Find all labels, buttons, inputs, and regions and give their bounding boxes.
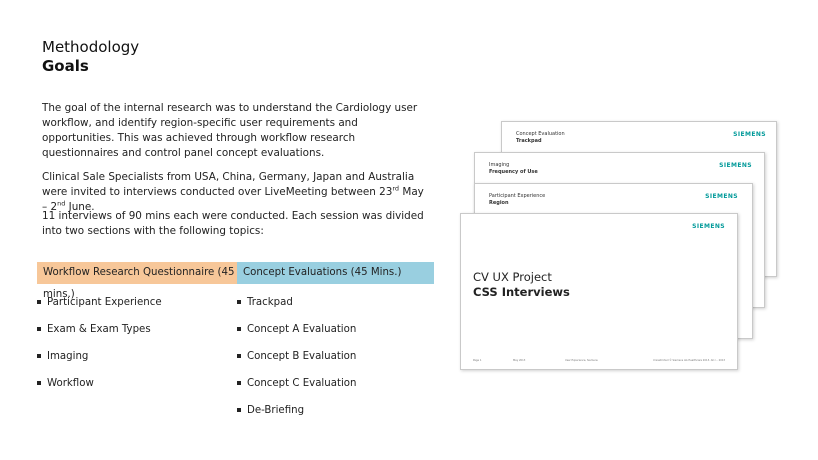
list-item-label: Workflow [47,378,94,389]
list-item-label: Participant Experience [47,297,162,308]
siemens-logo: SIEMENS [719,162,752,169]
list-item: Exam & Exam Types [37,323,162,350]
list-item-label: Exam & Exam Types [47,324,151,335]
list-item-label: De-Briefing [247,405,305,416]
paragraph-goal: The goal of the internal research was to… [42,102,418,159]
slide-project-subtitle: CSS Interviews [473,285,570,299]
slide-footer-dept: User Experience, Siemens [565,359,598,362]
list-item-label: Imaging [47,351,89,362]
heading-methodology: Methodology [42,38,140,56]
slide-thumbnail-label: Concept Evaluation [516,131,565,137]
slide-thumbnail-title: Concept Evaluation Trackpad [516,131,565,145]
bullet-icon [237,300,241,304]
paragraph-sessions: 11 interviews of 90 mins each were condu… [42,210,424,237]
slide-thumbnail-label: Participant Experience [489,193,546,199]
slide-project-title: CV UX Project [473,270,552,284]
bullet-icon [237,408,241,412]
paragraph-participants-text: Clinical Sale Specialists from USA, Chin… [42,171,415,198]
workflow-research-list: Participant Experience Exam & Exam Types… [37,296,162,404]
list-item: Concept A Evaluation [237,323,356,350]
slide-thumbnail-label: Imaging [489,162,510,168]
list-item: Workflow [37,377,162,404]
slide-footer: Page 1 May 2013 User Experience, Siemens… [473,359,725,365]
workflow-research-header: Workflow Research Questionnaire (45 mins… [37,262,237,300]
slide-footer-page: Page 1 [473,359,482,362]
heading-goals: Goals [42,57,89,75]
bullet-icon [237,381,241,385]
list-item: De-Briefing [237,404,356,431]
list-item-label: Trackpad [247,297,293,308]
slide-footer-copyright: Unrestricted © Siemens AG Healthcare 201… [653,359,725,362]
siemens-logo: SIEMENS [705,193,738,200]
bullet-icon [37,327,41,331]
bullet-icon [237,354,241,358]
siemens-logo: SIEMENS [692,223,725,230]
concept-evaluations-list: Trackpad Concept A Evaluation Concept B … [237,296,356,431]
list-item-label: Concept C Evaluation [247,378,357,389]
bullet-icon [37,300,41,304]
slide-footer-date: May 2013 [513,359,526,362]
list-item: Imaging [37,350,162,377]
slide-thumbnail-title-slide: SIEMENS CV UX Project CSS Interviews Pag… [460,213,738,370]
list-item: Concept B Evaluation [237,350,356,377]
slide-thumbnail-heading: Frequency of Use [489,169,538,175]
list-item: Trackpad [237,296,356,323]
list-item: Concept C Evaluation [237,377,356,404]
slide-thumbnail-title: Imaging Frequency of Use [489,162,538,176]
bullet-icon [37,354,41,358]
bullet-icon [37,381,41,385]
list-item-label: Concept A Evaluation [247,324,357,335]
siemens-logo: SIEMENS [733,131,766,138]
slide-heading: Methodology Goals [42,38,139,76]
concept-evaluations-header: Concept Evaluations (45 Mins.) [237,262,434,284]
list-item: Participant Experience [37,296,162,323]
list-item-label: Concept B Evaluation [247,351,357,362]
slide-thumbnail-heading: Trackpad [516,138,542,144]
slide-thumbnail-title: Participant Experience Region [489,193,545,207]
slide-thumbnail-heading: Region [489,200,509,206]
bullet-icon [237,327,241,331]
